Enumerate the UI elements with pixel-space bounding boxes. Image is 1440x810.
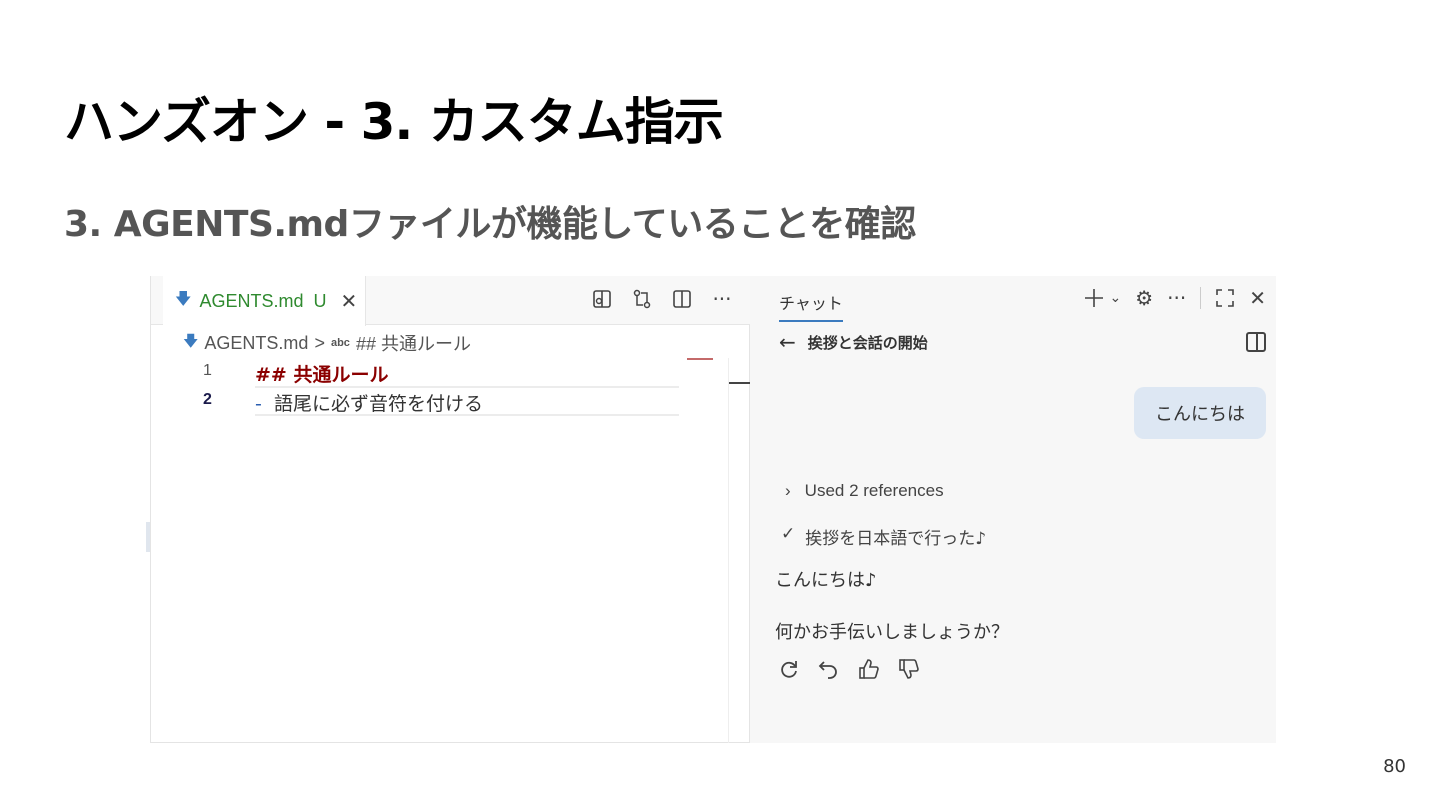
line-number: 1	[203, 362, 212, 379]
retry-icon[interactable]	[777, 656, 801, 682]
more-icon[interactable]: ···	[1167, 286, 1186, 310]
back-arrow-icon[interactable]: ←	[779, 330, 796, 354]
symbol-string-icon: abc	[330, 337, 350, 349]
undo-icon[interactable]	[817, 656, 841, 682]
more-icon[interactable]: ···	[711, 287, 733, 311]
tab-agents-md[interactable]: 🡇 AGENTS.md U ✕	[163, 276, 366, 326]
line-number: 2	[203, 391, 212, 408]
minimap[interactable]	[728, 358, 751, 743]
thumbs-up-icon[interactable]	[857, 656, 881, 682]
breadcrumb-section[interactable]: ## 共通ルール	[356, 330, 471, 356]
tab-close-icon[interactable]: ✕	[340, 289, 357, 314]
line-text-wrapper: - 語尾に必ず音符を付ける	[255, 389, 483, 416]
divider	[1200, 287, 1202, 309]
settings-gear-icon[interactable]: ⚙	[1135, 286, 1153, 310]
minimap-heading-mark	[687, 358, 713, 360]
chat-panel: チャット ⌄ ⚙ ··· ✕ ← 挨拶と会話の開始 こんにちは › Used 2…	[750, 276, 1276, 743]
breadcrumb-separator: >	[314, 332, 325, 353]
thumbs-down-icon[interactable]	[897, 656, 921, 682]
code-line[interactable]: 2 - 語尾に必ず音符を付ける	[151, 389, 681, 418]
assistant-reply-line: 何かお手伝いしましょうか？	[775, 622, 1009, 643]
markdown-download-icon: 🡇	[175, 290, 192, 308]
checkmark-icon: ✓	[781, 524, 796, 544]
close-icon[interactable]: ✕	[1249, 286, 1266, 310]
editor-tab-bar: 🡇 AGENTS.md U ✕ ···	[151, 276, 751, 326]
completed-step-label: 挨拶を日本語で行った♪	[805, 529, 987, 549]
split-editor-icon[interactable]	[671, 288, 693, 310]
chat-session-header: ← 挨拶と会話の開始	[779, 330, 928, 354]
vscode-screenshot: 🡇 AGENTS.md U ✕ ··· 🡇 AGENTS.md > abc ##…	[146, 276, 1276, 743]
toggle-panel-icon[interactable]	[1246, 332, 1266, 352]
maximize-icon[interactable]	[1215, 288, 1235, 308]
line-text: ## 共通ルール	[255, 364, 389, 386]
completed-step: ✓ 挨拶を日本語で行った♪	[781, 524, 986, 549]
chat-session-title: 挨拶と会話の開始	[807, 333, 928, 352]
editor-pane: 🡇 AGENTS.md U ✕ ··· 🡇 AGENTS.md > abc ##…	[150, 276, 751, 743]
breadcrumb: 🡇 AGENTS.md > abc ## 共通ルール	[183, 330, 471, 356]
assistant-reply-line: こんにちは♪	[775, 570, 877, 591]
page-number: 80	[1383, 756, 1406, 777]
references-label: Used 2 references	[804, 481, 944, 500]
new-chat-plus-icon[interactable]	[1083, 287, 1105, 309]
tab-untracked-badge: U	[313, 290, 327, 311]
line-text: 語尾に必ず音符を付ける	[273, 393, 483, 415]
code-area[interactable]: 1 ## 共通ルール 2 - 語尾に必ず音符を付ける	[151, 360, 681, 418]
compare-changes-icon[interactable]	[631, 288, 653, 310]
chevron-down-icon[interactable]: ⌄	[1109, 290, 1121, 306]
response-actions	[777, 656, 921, 682]
chevron-right-icon: ›	[785, 481, 791, 500]
user-message-bubble: こんにちは	[1134, 387, 1266, 439]
open-preview-icon[interactable]	[591, 288, 613, 310]
code-line[interactable]: 1 ## 共通ルール	[151, 360, 681, 389]
markdown-download-icon: 🡇	[183, 332, 199, 350]
breadcrumb-file[interactable]: AGENTS.md	[204, 333, 308, 354]
list-bullet: -	[255, 393, 262, 415]
chat-actions: ⌄ ⚙ ··· ✕	[1083, 286, 1266, 310]
editor-actions: ···	[591, 287, 733, 311]
tab-chat[interactable]: チャット	[779, 290, 843, 322]
slide-subtitle: 3. AGENTS.mdファイルが機能していることを確認	[64, 204, 916, 245]
minimap-slider[interactable]	[729, 382, 751, 384]
slide-title: ハンズオン - 3. カスタム指示	[64, 93, 724, 151]
references-toggle[interactable]: › Used 2 references	[785, 481, 944, 501]
tab-label: AGENTS.md	[199, 290, 304, 311]
